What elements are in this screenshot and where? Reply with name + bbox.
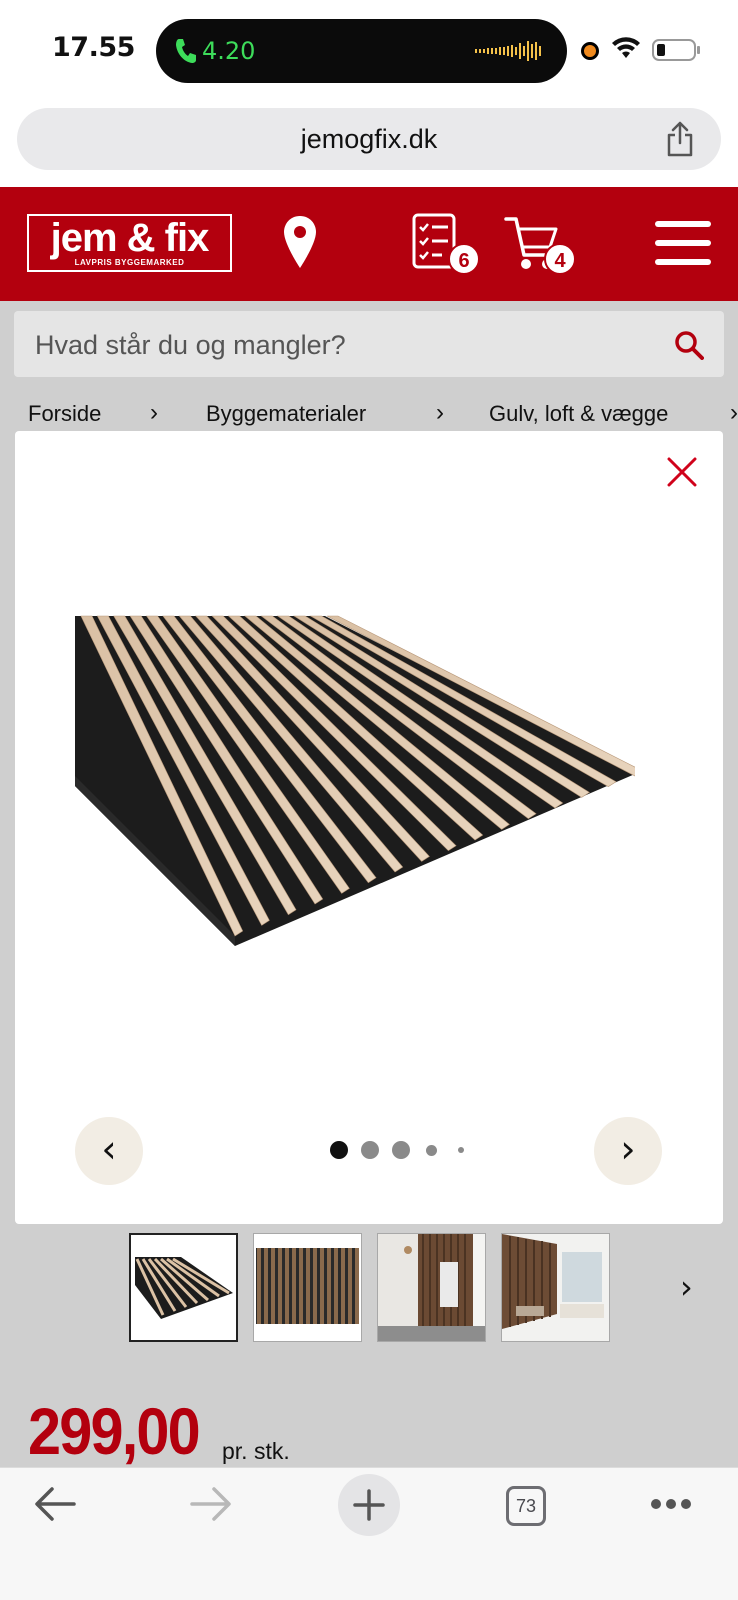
shopping-list-button[interactable]: 6 bbox=[412, 213, 484, 277]
thumbnails-next-button[interactable]: › bbox=[680, 1268, 693, 1306]
cart-button[interactable]: 4 bbox=[504, 213, 584, 277]
product-image-acoustic-panel bbox=[75, 615, 635, 946]
cart-badge: 4 bbox=[544, 243, 576, 275]
more-options-icon[interactable] bbox=[650, 1498, 692, 1510]
next-image-button[interactable]: › bbox=[594, 1117, 662, 1185]
forward-arrow-icon[interactable] bbox=[190, 1486, 232, 1522]
thumbnail-panel-front bbox=[254, 1234, 361, 1341]
status-bar: 17.55 4.20 bbox=[0, 0, 738, 100]
pagination-dot-5[interactable] bbox=[458, 1147, 464, 1153]
pagination-dot-1[interactable] bbox=[330, 1141, 348, 1159]
tabs-button[interactable]: 73 bbox=[506, 1486, 546, 1526]
pagination-dot-2[interactable] bbox=[361, 1141, 379, 1159]
search-bar[interactable]: Hvad står du og mangler? bbox=[14, 311, 724, 377]
thumbnail-hallway bbox=[378, 1234, 485, 1341]
browser-toolbar: 73 bbox=[0, 1467, 738, 1600]
wifi-icon bbox=[612, 37, 640, 58]
thumbnail-2[interactable] bbox=[253, 1233, 362, 1342]
pagination-dot-4[interactable] bbox=[426, 1145, 437, 1156]
status-time: 17.55 bbox=[52, 32, 135, 63]
price-unit: pr. stk. bbox=[222, 1438, 290, 1464]
breadcrumb-item-home[interactable]: Forside bbox=[28, 401, 101, 427]
url-text[interactable]: jemogfix.dk bbox=[17, 124, 721, 155]
battery-icon bbox=[652, 39, 700, 61]
audio-wave-icon bbox=[475, 41, 541, 61]
new-tab-button[interactable] bbox=[338, 1474, 400, 1536]
chevron-right-icon: › bbox=[150, 399, 158, 426]
share-icon[interactable] bbox=[665, 120, 695, 158]
location-pin-icon[interactable] bbox=[282, 214, 318, 270]
privacy-indicator-icon bbox=[581, 42, 599, 60]
plus-icon bbox=[353, 1489, 385, 1521]
breadcrumb-item-building-materials[interactable]: Byggematerialer bbox=[206, 401, 366, 427]
pagination-dot-3[interactable] bbox=[392, 1141, 410, 1159]
call-duration: 4.20 bbox=[202, 37, 256, 65]
thumbnail-strip: › bbox=[0, 1232, 738, 1344]
product-price: 299,00 bbox=[28, 1394, 201, 1468]
search-icon[interactable] bbox=[674, 330, 704, 360]
image-gallery-modal: ‹ › bbox=[15, 431, 723, 1224]
prev-image-button[interactable]: ‹ bbox=[75, 1117, 143, 1185]
thumbnail-4[interactable] bbox=[501, 1233, 610, 1342]
site-logo[interactable]: jem & fix LAVPRIS BYGGEMARKED bbox=[27, 214, 232, 272]
phone-icon bbox=[176, 39, 196, 63]
thumbnail-1[interactable] bbox=[129, 1233, 238, 1342]
logo-name: jem & fix bbox=[50, 216, 210, 260]
close-icon[interactable] bbox=[667, 457, 697, 487]
address-bar[interactable]: jemogfix.dk bbox=[17, 108, 721, 170]
search-input[interactable]: Hvad står du og mangler? bbox=[35, 330, 346, 361]
dynamic-island[interactable]: 4.20 bbox=[156, 19, 567, 83]
site-header: jem & fix LAVPRIS BYGGEMARKED 6 4 bbox=[0, 187, 738, 301]
breadcrumb: Forside › Byggematerialer › Gulv, loft &… bbox=[0, 397, 738, 433]
gallery-pagination bbox=[330, 1141, 480, 1161]
menu-icon[interactable] bbox=[655, 221, 711, 265]
thumbnail-3[interactable] bbox=[377, 1233, 486, 1342]
thumbnail-panel-angled bbox=[131, 1235, 236, 1340]
chevron-right-icon: › bbox=[436, 399, 444, 426]
thumbnail-living-room bbox=[502, 1234, 609, 1341]
back-arrow-icon[interactable] bbox=[34, 1486, 76, 1522]
breadcrumb-item-floor-ceiling-walls[interactable]: Gulv, loft & vægge bbox=[489, 401, 668, 427]
chevron-right-icon: › bbox=[730, 399, 738, 426]
list-badge: 6 bbox=[448, 243, 480, 275]
